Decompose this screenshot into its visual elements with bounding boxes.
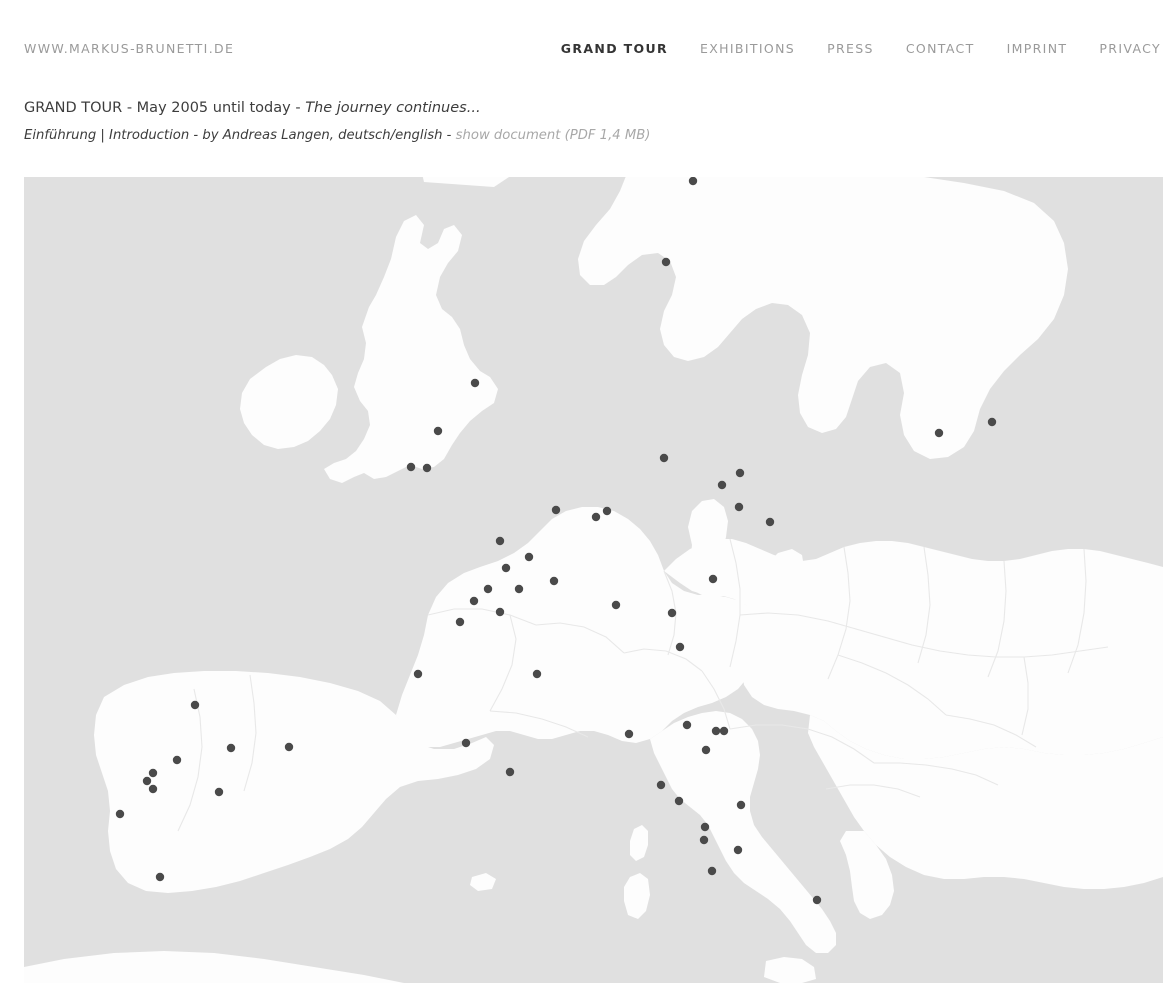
introduction-line: Einführung | Introduction - by Andreas L… xyxy=(24,126,1144,145)
map-marker[interactable] xyxy=(700,822,710,832)
map-marker[interactable] xyxy=(551,505,561,515)
map-svg xyxy=(24,177,1163,983)
page-root: WWW.MARKUS-BRUNETTI.DE GRAND TOUR EXHIBI… xyxy=(0,0,1163,983)
map-marker[interactable] xyxy=(656,780,666,790)
map-marker[interactable] xyxy=(524,552,534,562)
map-marker[interactable] xyxy=(455,617,465,627)
map-marker[interactable] xyxy=(711,726,721,736)
map-marker[interactable] xyxy=(674,796,684,806)
map-marker[interactable] xyxy=(433,426,443,436)
show-document-link[interactable]: show document (PDF 1,4 MB) xyxy=(456,128,651,143)
map-marker[interactable] xyxy=(148,784,158,794)
map-marker[interactable] xyxy=(734,502,744,512)
map-marker[interactable] xyxy=(701,745,711,755)
map-marker[interactable] xyxy=(717,480,727,490)
map-marker[interactable] xyxy=(406,462,416,472)
map-marker[interactable] xyxy=(190,700,200,710)
map-marker[interactable] xyxy=(532,669,542,679)
map-marker[interactable] xyxy=(549,576,559,586)
map-marker[interactable] xyxy=(682,720,692,730)
map-marker[interactable] xyxy=(659,453,669,463)
map-marker[interactable] xyxy=(514,584,524,594)
map-marker[interactable] xyxy=(495,536,505,546)
site-title-link[interactable]: WWW.MARKUS-BRUNETTI.DE xyxy=(24,41,234,56)
map-marker[interactable] xyxy=(675,642,685,652)
map-marker[interactable] xyxy=(708,574,718,584)
map-marker[interactable] xyxy=(735,468,745,478)
map-marker[interactable] xyxy=(624,729,634,739)
nav-item-contact[interactable]: CONTACT xyxy=(906,41,975,56)
nav-item-grand-tour[interactable]: GRAND TOUR xyxy=(561,41,668,56)
main-navigation: GRAND TOUR EXHIBITIONS PRESS CONTACT IMP… xyxy=(529,41,1161,56)
map-marker[interactable] xyxy=(699,835,709,845)
subtitle-block: GRAND TOUR - May 2005 until today - The … xyxy=(24,98,1144,145)
map-marker[interactable] xyxy=(422,463,432,473)
map-marker[interactable] xyxy=(505,767,515,777)
map-marker[interactable] xyxy=(765,517,775,527)
map-marker[interactable] xyxy=(661,257,671,267)
introduction-dash: - xyxy=(442,128,456,143)
map-marker[interactable] xyxy=(226,743,236,753)
map-marker[interactable] xyxy=(602,506,612,516)
map-marker[interactable] xyxy=(707,866,717,876)
map-marker[interactable] xyxy=(461,738,471,748)
map-marker[interactable] xyxy=(470,378,480,388)
introduction-credit: Einführung | Introduction - by Andreas L… xyxy=(24,128,443,143)
map-marker[interactable] xyxy=(469,596,479,606)
map-marker[interactable] xyxy=(172,755,182,765)
nav-item-exhibitions[interactable]: EXHIBITIONS xyxy=(700,41,795,56)
map-marker[interactable] xyxy=(688,177,698,186)
map-marker[interactable] xyxy=(483,584,493,594)
map-marker[interactable] xyxy=(155,872,165,882)
map-marker[interactable] xyxy=(284,742,294,752)
map-marker[interactable] xyxy=(495,607,505,617)
grand-tour-tagline: The journey continues... xyxy=(305,100,481,116)
map-marker[interactable] xyxy=(115,809,125,819)
map-marker[interactable] xyxy=(812,895,822,905)
map-marker[interactable] xyxy=(591,512,601,522)
map-marker[interactable] xyxy=(736,800,746,810)
nav-item-imprint[interactable]: IMPRINT xyxy=(1007,41,1068,56)
map-marker[interactable] xyxy=(501,563,511,573)
map-marker[interactable] xyxy=(214,787,224,797)
nav-item-privacy[interactable]: PRIVACY xyxy=(1099,41,1161,56)
map-marker[interactable] xyxy=(142,776,152,786)
map-marker[interactable] xyxy=(733,845,743,855)
nav-item-press[interactable]: PRESS xyxy=(827,41,874,56)
map-marker[interactable] xyxy=(987,417,997,427)
map-marker[interactable] xyxy=(719,726,729,736)
map-marker[interactable] xyxy=(611,600,621,610)
map-marker[interactable] xyxy=(667,608,677,618)
grand-tour-headline: GRAND TOUR - May 2005 until today - The … xyxy=(24,98,1144,118)
europe-map[interactable] xyxy=(24,177,1163,983)
map-marker[interactable] xyxy=(934,428,944,438)
grand-tour-prefix: GRAND TOUR - May 2005 until today - xyxy=(24,100,306,116)
map-marker[interactable] xyxy=(413,669,423,679)
map-marker[interactable] xyxy=(148,768,158,778)
site-header: WWW.MARKUS-BRUNETTI.DE GRAND TOUR EXHIBI… xyxy=(0,0,1163,84)
